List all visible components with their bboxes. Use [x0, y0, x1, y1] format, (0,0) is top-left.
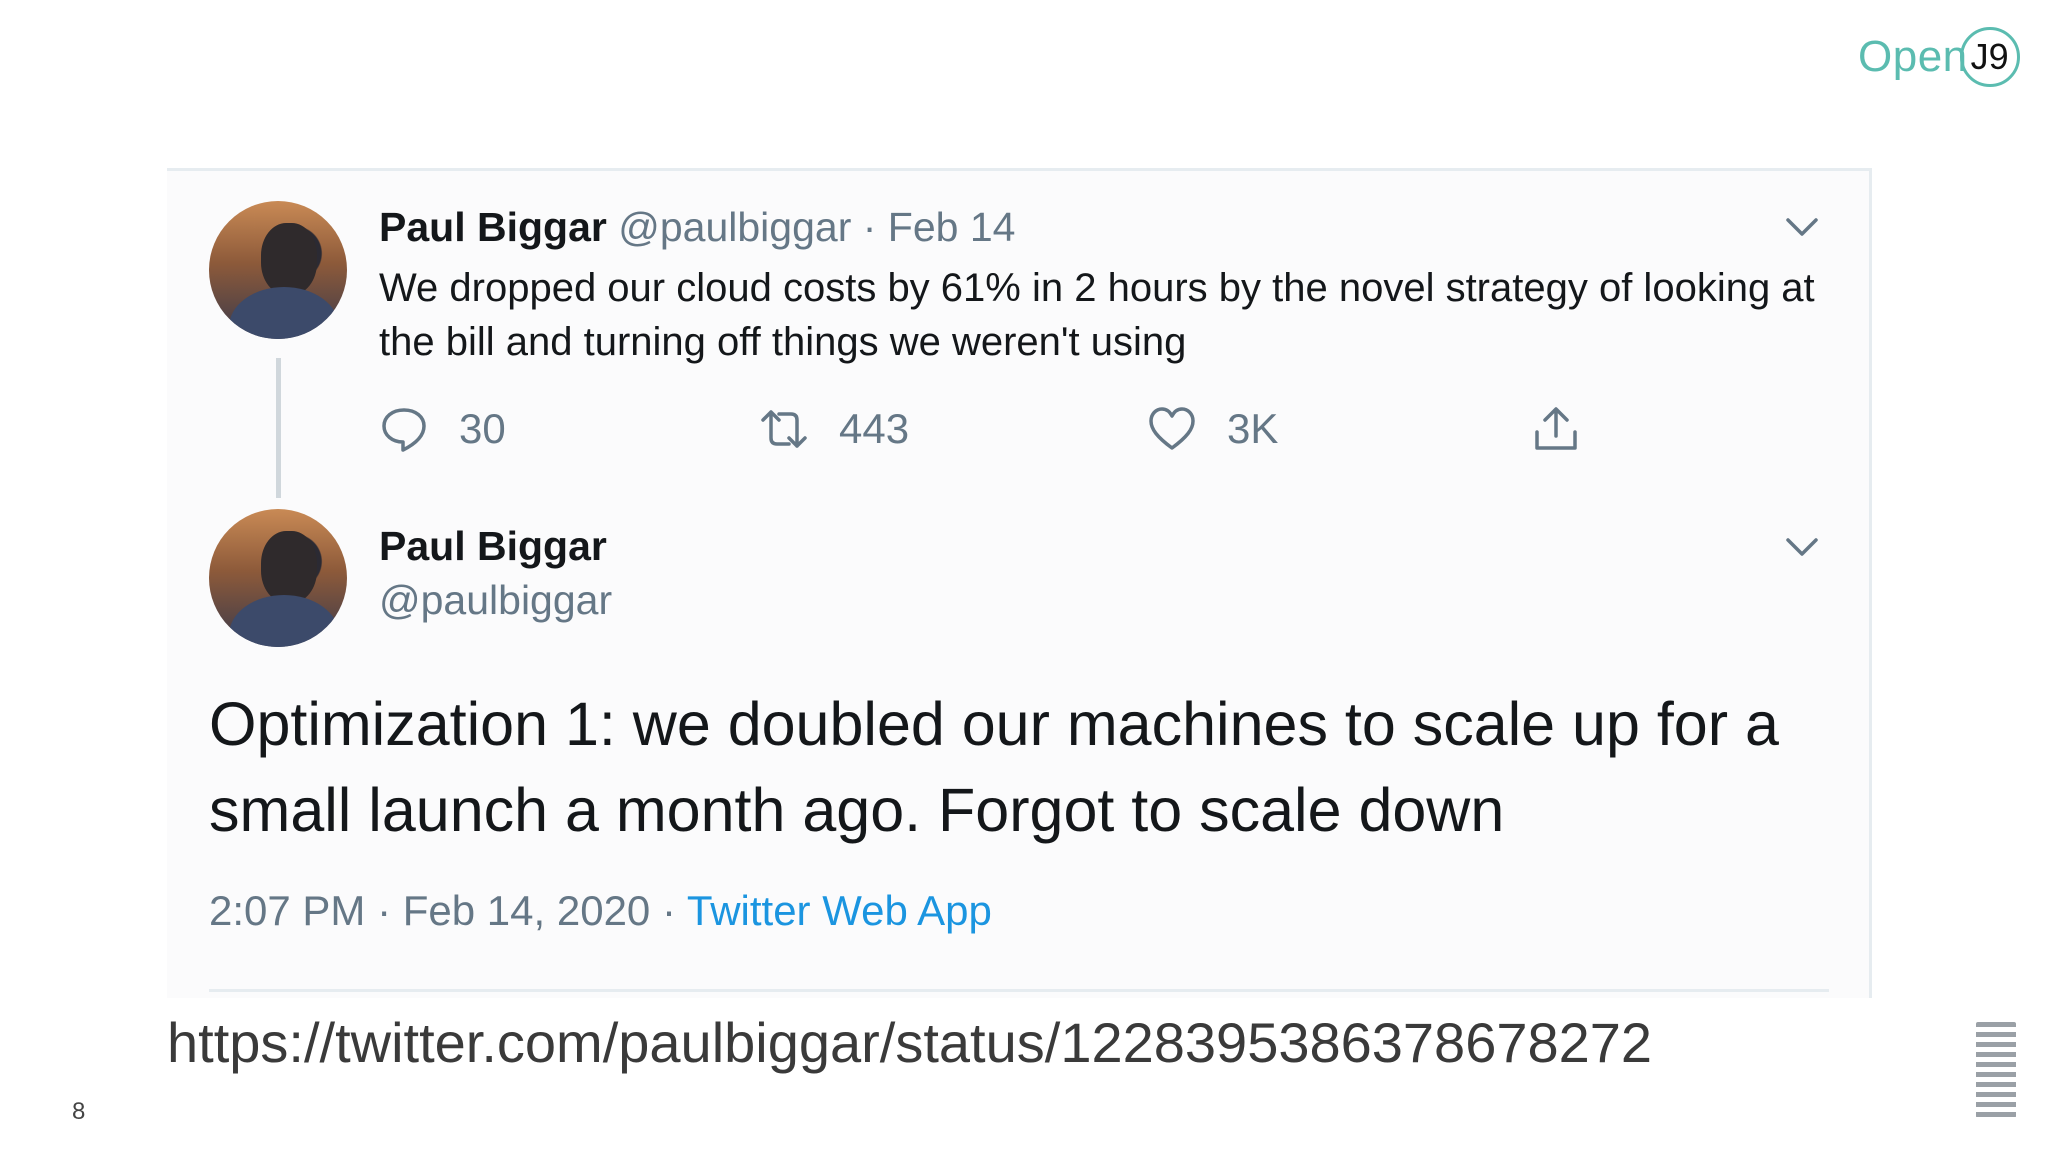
tweet-full-date[interactable]: Feb 14, 2020	[403, 887, 651, 934]
separator: ·	[650, 887, 687, 934]
retweet-count: 443	[839, 405, 910, 452]
tweet-actions: 30 443 3K	[379, 399, 1819, 459]
avatar[interactable]	[209, 509, 347, 647]
logo-j9-badge: J9	[1959, 27, 2020, 87]
author-name[interactable]: Paul Biggar	[379, 523, 607, 570]
like-button[interactable]: 3K	[1147, 399, 1278, 459]
reply-count: 30	[459, 405, 506, 452]
like-count: 3K	[1227, 405, 1279, 452]
reply-icon	[382, 408, 426, 452]
share-icon	[1535, 407, 1577, 450]
separator: ·	[365, 887, 403, 934]
tweet-date[interactable]: Feb 14	[888, 204, 1016, 250]
retweet-button[interactable]: 443	[759, 399, 909, 459]
tweet-text: We dropped our cloud costs by 61% in 2 h…	[379, 266, 1815, 364]
tweet-url: https://twitter.com/paulbiggar/status/12…	[167, 1011, 1653, 1074]
tweet-header: Paul Biggar @paulbiggar · Feb 14	[379, 204, 1015, 251]
avatar[interactable]	[209, 201, 347, 339]
chevron-down-icon[interactable]	[1782, 206, 1822, 246]
reply-button[interactable]: 30	[379, 399, 506, 459]
heart-icon	[1149, 407, 1195, 450]
author-name[interactable]: Paul Biggar	[379, 204, 607, 250]
thread-line	[276, 358, 281, 498]
ibm-logo	[1976, 1022, 2016, 1118]
share-button[interactable]	[1531, 399, 1611, 459]
author-handle[interactable]: @paulbiggar	[618, 204, 851, 250]
tweet-time[interactable]: 2:07 PM	[209, 887, 365, 934]
author-handle[interactable]: @paulbiggar	[379, 577, 612, 624]
openj9-logo: Open J9	[1858, 22, 2020, 92]
chevron-down-icon[interactable]	[1782, 526, 1822, 566]
divider	[209, 989, 1829, 992]
tweet-card: Paul Biggar @paulbiggar · Feb 14 We drop…	[167, 168, 1872, 998]
retweet-icon	[761, 410, 807, 448]
tweet-text-large: Optimization 1: we doubled our machines …	[209, 690, 1779, 844]
separator: ·	[851, 204, 888, 250]
tweet-timestamp: 2:07 PM · Feb 14, 2020 · Twitter Web App	[209, 887, 992, 935]
source-link[interactable]: Twitter Web App	[687, 887, 992, 934]
logo-open-text: Open	[1858, 32, 1968, 81]
page-number: 8	[72, 1098, 86, 1125]
